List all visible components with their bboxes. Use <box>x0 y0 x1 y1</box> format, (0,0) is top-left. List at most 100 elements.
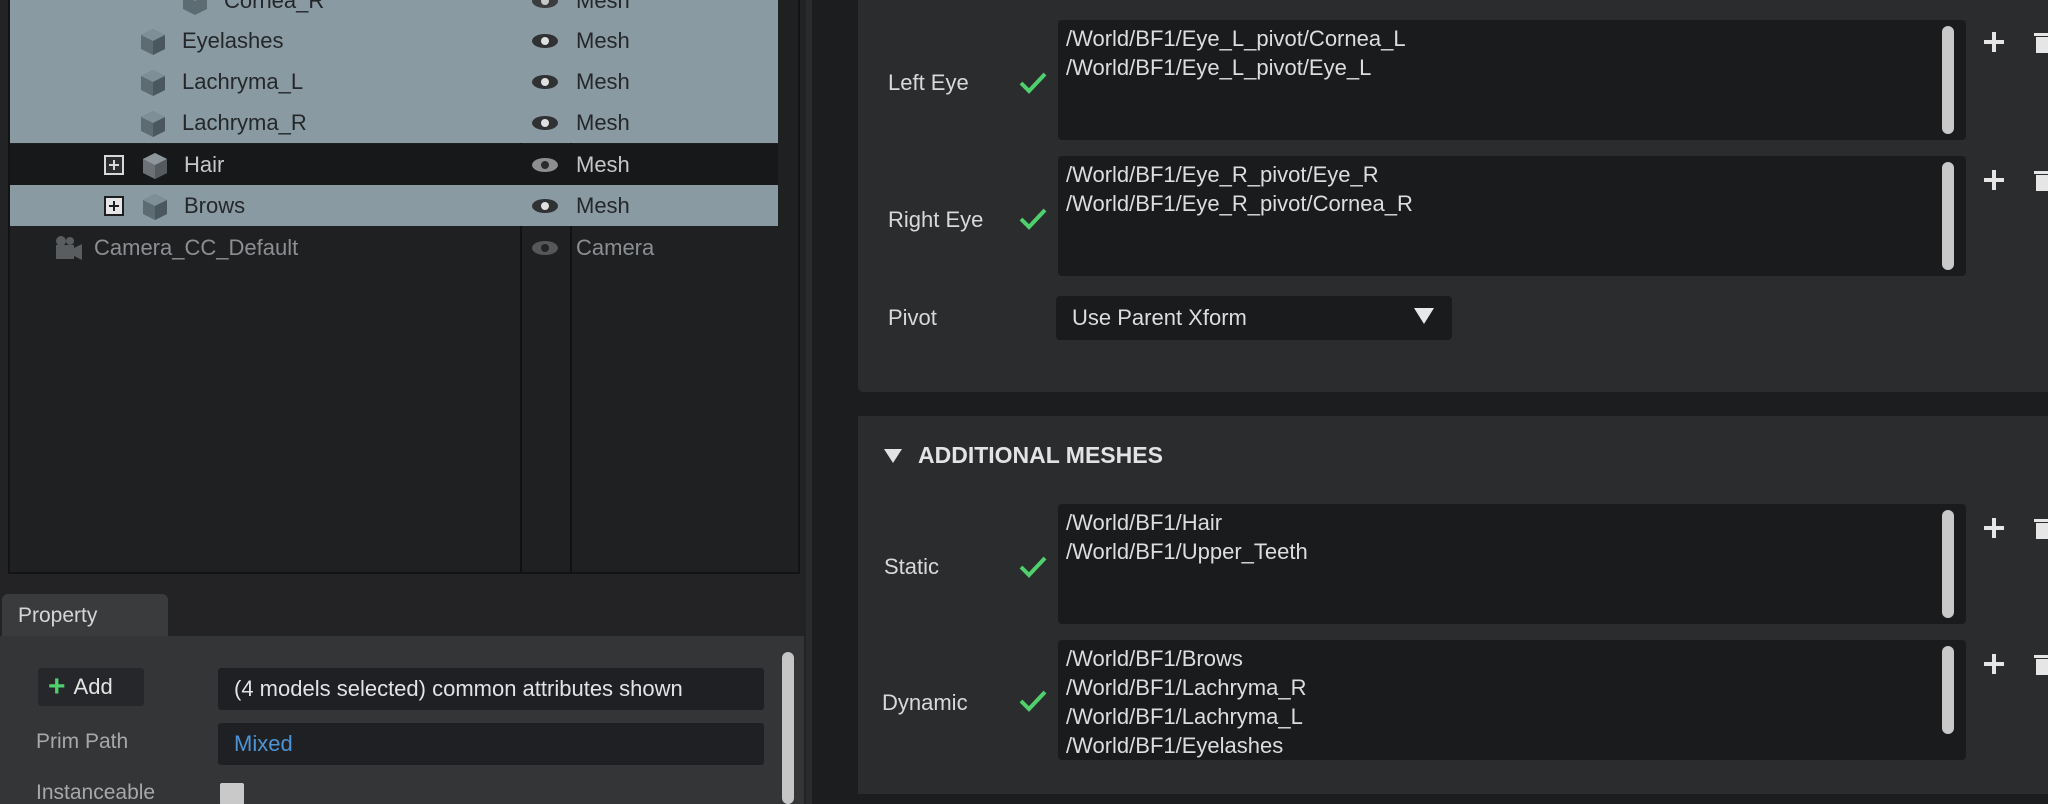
left-eye-path-list[interactable]: /World/BF1/Eye_L_pivot/Cornea_L /World/B… <box>1058 20 1966 140</box>
path-item: /World/BF1/Eye_L_pivot/Cornea_L <box>1066 26 1406 51</box>
tree-item-label: Cornea_R <box>224 0 325 13</box>
instanceable-label: Instanceable <box>36 781 156 804</box>
path-item: /World/BF1/Brows <box>1066 646 1243 671</box>
plus-icon: + <box>48 670 66 703</box>
selection-info-field: (4 models selected) common attributes sh… <box>218 668 764 710</box>
right-eye-path-list[interactable]: /World/BF1/Eye_R_pivot/Eye_R /World/BF1/… <box>1058 156 1966 276</box>
path-item: /World/BF1/Upper_Teeth <box>1066 539 1308 564</box>
visibility-toggle[interactable] <box>520 102 570 143</box>
scrollbar[interactable] <box>1942 646 1954 734</box>
static-mesh-path-list[interactable]: /World/BF1/Hair /World/BF1/Upper_Teeth <box>1058 504 1966 624</box>
mesh-icon <box>140 191 170 221</box>
path-item: /World/BF1/Eye_R_pivot/Eye_R <box>1066 162 1379 187</box>
section-title: ADDITIONAL MESHES <box>918 442 1163 468</box>
tree-type-cell: Camera <box>576 234 655 260</box>
stage-tree-panel: Cornea_R Mesh Eyelashes Mesh Lachryma_L … <box>8 0 800 574</box>
tree-row-lachryma-l[interactable]: Lachryma_L Mesh <box>10 61 778 102</box>
path-item: /World/BF1/Eye_R_pivot/Cornea_R <box>1066 191 1413 216</box>
scrollbar[interactable] <box>1942 26 1954 134</box>
tree-name-cell: Eyelashes <box>10 20 520 61</box>
tree-row-brows[interactable]: Brows Mesh <box>10 185 778 226</box>
left-eye-label: Left Eye <box>888 70 969 95</box>
tree-type-cell: Mesh <box>576 151 630 177</box>
check-icon <box>1019 556 1047 578</box>
check-icon <box>1019 690 1047 712</box>
mesh-icon <box>180 0 210 16</box>
eye-icon <box>532 0 558 8</box>
add-icon[interactable] <box>1982 516 2006 540</box>
tree-item-label: Hair <box>184 151 225 177</box>
tree-type-cell: Mesh <box>576 0 630 13</box>
prim-path-field[interactable]: Mixed <box>218 723 764 765</box>
expand-toggle-icon[interactable] <box>104 195 124 216</box>
visibility-toggle[interactable] <box>520 20 570 61</box>
eye-icon <box>532 115 558 130</box>
expand-toggle-icon[interactable] <box>104 154 124 175</box>
visibility-toggle[interactable] <box>520 227 570 268</box>
trash-icon[interactable] <box>2032 516 2048 540</box>
property-panel <box>0 636 804 804</box>
scrollbar[interactable] <box>1942 162 1954 270</box>
trash-icon[interactable] <box>2032 168 2048 192</box>
pivot-label: Pivot <box>888 305 937 330</box>
tree-name-cell: Camera_CC_Default <box>10 227 520 268</box>
path-item: /World/BF1/Lachryma_R <box>1066 675 1307 700</box>
check-icon <box>1019 208 1047 230</box>
section-header-additional-meshes[interactable]: ADDITIONAL MESHES <box>884 442 1163 469</box>
collapse-triangle-icon <box>884 448 902 463</box>
add-icon[interactable] <box>1982 30 2006 54</box>
eye-icon <box>532 33 558 48</box>
check-icon <box>1019 72 1047 94</box>
property-scrollbar[interactable] <box>782 652 794 804</box>
visibility-toggle[interactable] <box>520 61 570 102</box>
dynamic-label: Dynamic <box>882 690 968 715</box>
tree-type-cell: Mesh <box>576 27 630 53</box>
visibility-toggle[interactable] <box>520 144 570 185</box>
tree-name-cell: Hair <box>10 144 520 185</box>
static-label: Static <box>884 554 940 579</box>
tree-item-label: Eyelashes <box>182 27 284 53</box>
trash-icon[interactable] <box>2032 652 2048 676</box>
path-item: /World/BF1/Eyelashes <box>1066 733 1284 758</box>
tree-row-cornea-r[interactable]: Cornea_R Mesh <box>10 0 778 21</box>
tree-item-label: Brows <box>184 192 246 218</box>
tree-item-label: Lachryma_R <box>182 109 307 135</box>
eye-icon <box>532 198 558 213</box>
tree-row-eyelashes[interactable]: Eyelashes Mesh <box>10 20 778 61</box>
visibility-toggle[interactable] <box>520 185 570 226</box>
tree-type-cell: Mesh <box>576 109 630 135</box>
add-button-label: Add <box>73 674 113 699</box>
prim-path-label: Prim Path <box>36 730 129 753</box>
eye-icon <box>532 157 558 172</box>
add-icon[interactable] <box>1982 168 2006 192</box>
tree-item-label: Lachryma_L <box>182 68 304 94</box>
add-attribute-button[interactable]: + Add <box>38 668 144 706</box>
trash-icon[interactable] <box>2032 30 2048 54</box>
pivot-dropdown[interactable]: Use Parent Xform <box>1056 296 1452 340</box>
eye-icon <box>532 240 558 255</box>
add-icon[interactable] <box>1982 652 2006 676</box>
tree-name-cell: Brows <box>10 185 520 226</box>
scrollbar[interactable] <box>1942 510 1954 618</box>
visibility-toggle[interactable] <box>520 0 570 21</box>
path-item: /World/BF1/Lachryma_L <box>1066 704 1303 729</box>
camera-icon <box>54 233 84 263</box>
mesh-icon <box>138 67 168 97</box>
instanceable-checkbox[interactable] <box>220 783 244 804</box>
tree-name-cell: Lachryma_R <box>10 102 520 143</box>
chevron-down-icon <box>1414 308 1434 324</box>
tree-item-label: Camera_CC_Default <box>94 234 299 260</box>
dynamic-mesh-path-list[interactable]: /World/BF1/Brows /World/BF1/Lachryma_R /… <box>1058 640 1966 760</box>
tree-row-camera[interactable]: Camera_CC_Default Camera <box>10 227 778 268</box>
path-item: /World/BF1/Eye_L_pivot/Eye_L <box>1066 55 1372 80</box>
tree-row-hair[interactable]: Hair Mesh <box>10 144 778 185</box>
pivot-dropdown-value: Use Parent Xform <box>1072 305 1247 330</box>
mesh-icon <box>140 150 170 180</box>
eye-icon <box>532 74 558 89</box>
tree-name-cell: Lachryma_L <box>10 61 520 102</box>
tab-property[interactable]: Property <box>2 594 168 636</box>
tree-row-lachryma-r[interactable]: Lachryma_R Mesh <box>10 102 778 143</box>
tree-name-cell: Cornea_R <box>10 0 520 21</box>
right-eye-label: Right Eye <box>888 207 984 232</box>
path-item: /World/BF1/Hair <box>1066 510 1223 535</box>
